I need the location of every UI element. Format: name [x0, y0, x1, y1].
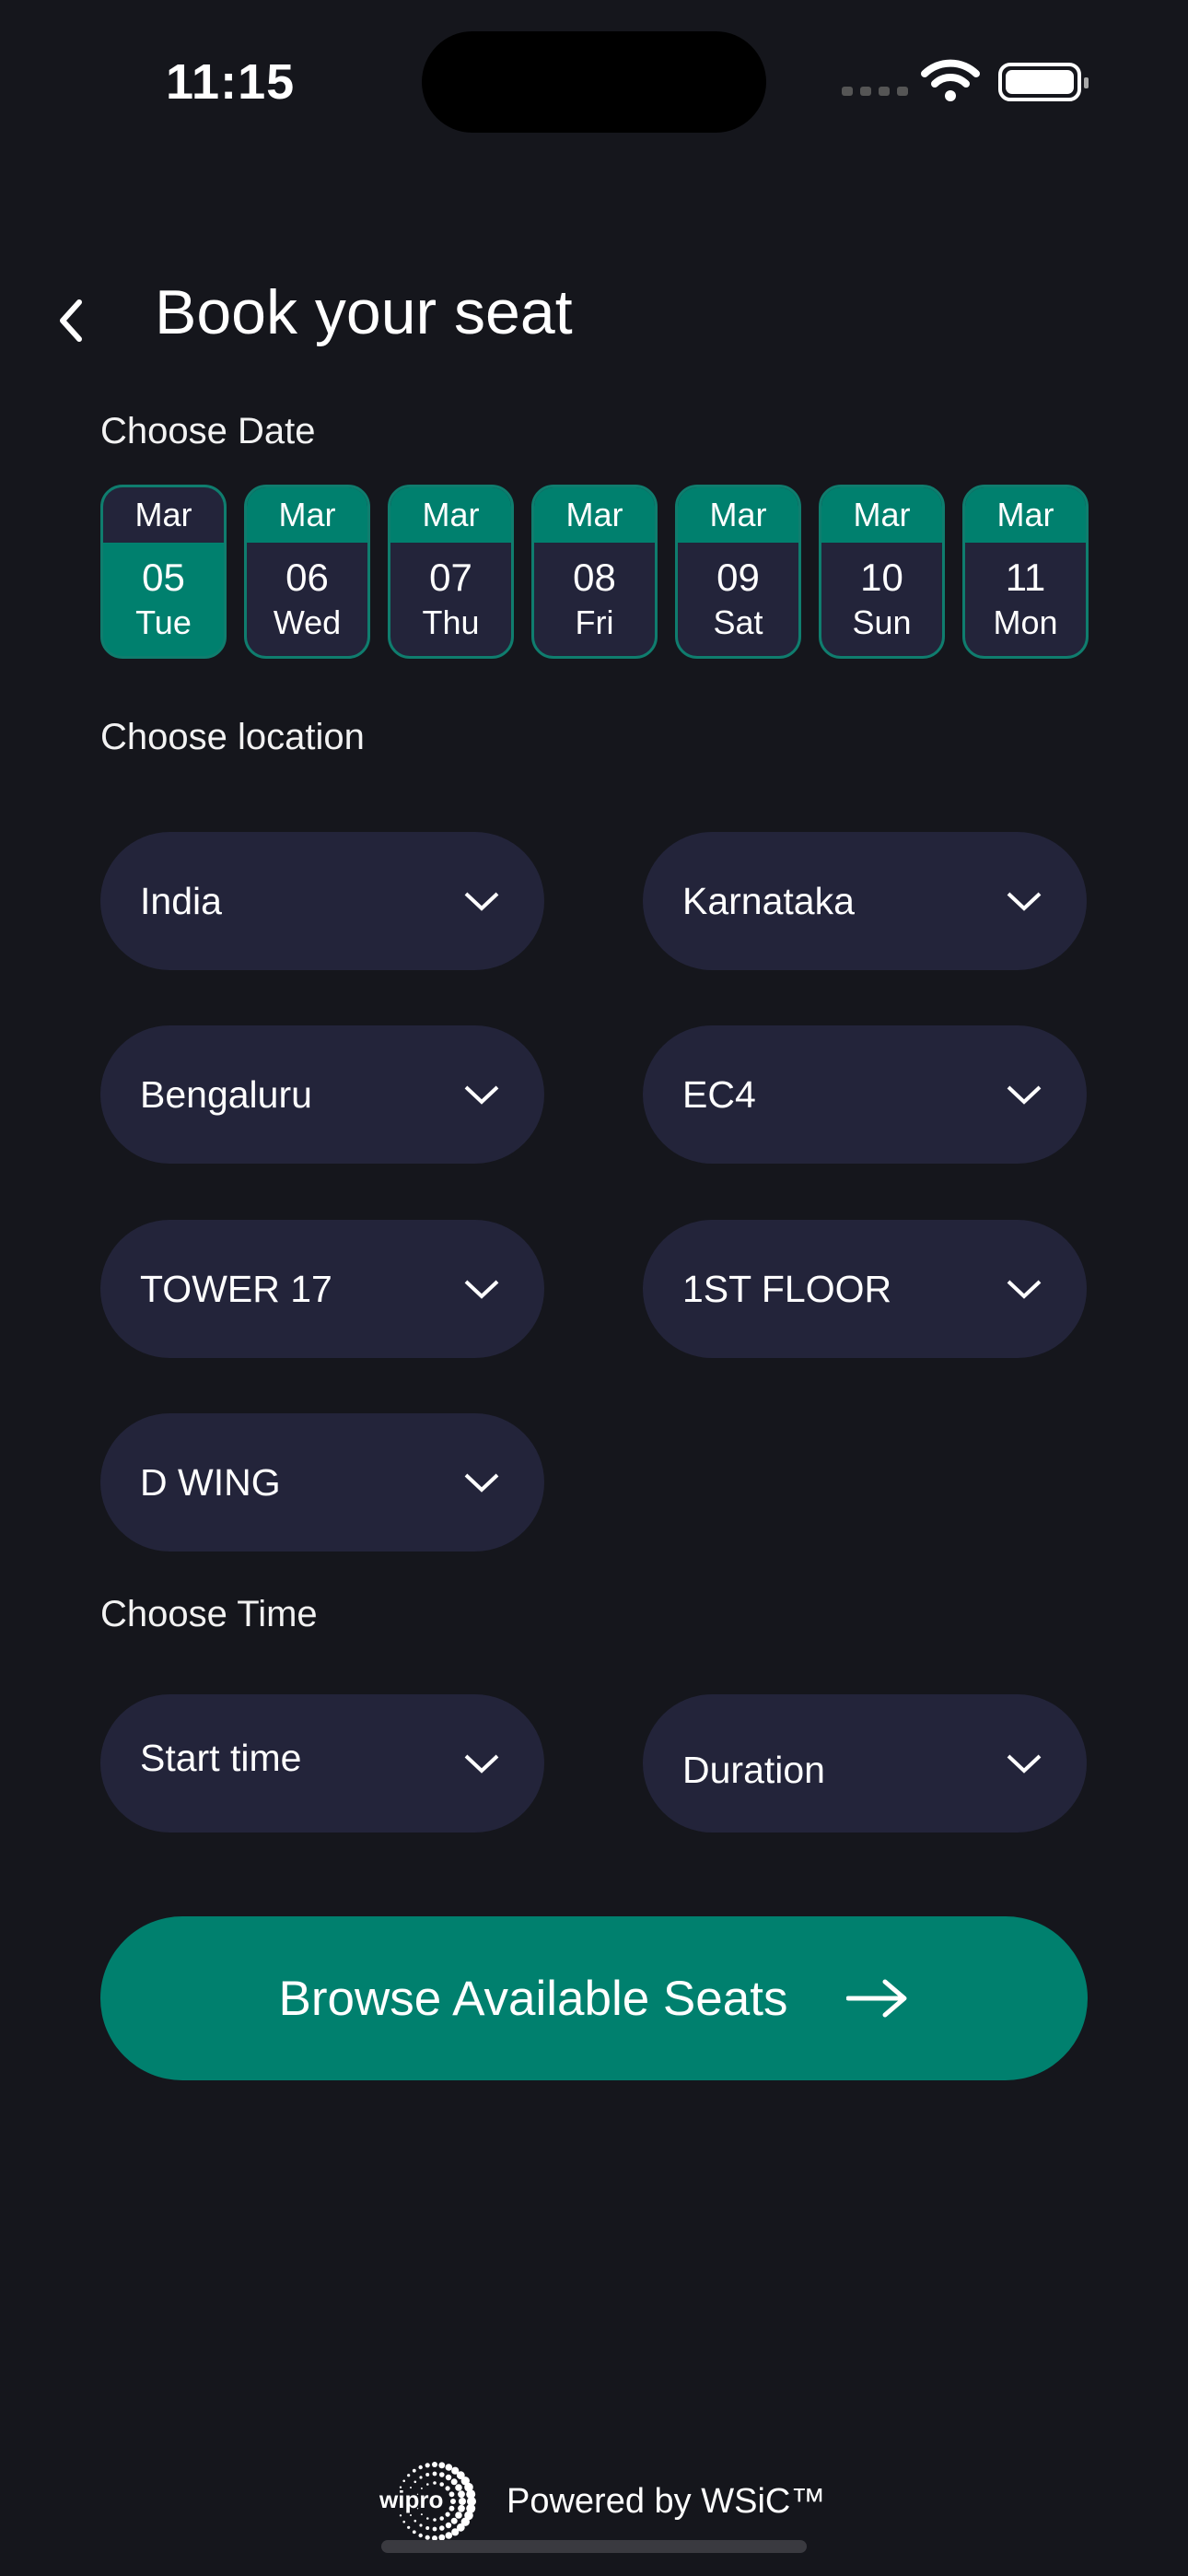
date-weekday: Sun — [852, 603, 912, 641]
campus-value: EC4 — [682, 1072, 756, 1116]
battery-icon — [998, 63, 1089, 101]
country-value: India — [140, 879, 222, 922]
date-card-10[interactable]: Mar 10 Sun — [819, 485, 945, 659]
choose-location-label: Choose location — [100, 717, 365, 757]
state-value: Karnataka — [682, 879, 855, 922]
start-time-dropdown[interactable]: Start time — [100, 1694, 544, 1832]
chevron-down-icon — [464, 1280, 499, 1299]
date-card-06[interactable]: Mar 06 Wed — [244, 485, 370, 659]
state-dropdown[interactable]: Karnataka — [643, 832, 1087, 970]
campus-dropdown[interactable]: EC4 — [643, 1025, 1087, 1164]
date-card-11[interactable]: Mar 11 Mon — [962, 485, 1089, 659]
date-day: 10 — [860, 556, 903, 599]
date-month: Mar — [534, 487, 655, 543]
chevron-down-icon — [1007, 892, 1042, 911]
choose-time-label: Choose Time — [100, 1594, 318, 1634]
chevron-down-icon — [464, 1473, 499, 1493]
date-day: 09 — [716, 556, 760, 599]
date-card-09[interactable]: Mar 09 Sat — [675, 485, 801, 659]
date-month: Mar — [390, 487, 511, 543]
date-month: Mar — [821, 487, 942, 543]
duration-placeholder: Duration — [682, 1748, 825, 1791]
status-time: 11:15 — [166, 54, 296, 110]
country-dropdown[interactable]: India — [100, 832, 544, 970]
date-weekday: Sat — [713, 603, 763, 641]
wipro-logo: wipro — [379, 2462, 476, 2541]
date-day: 06 — [285, 556, 329, 599]
cellular-signal-icon — [842, 87, 908, 96]
chevron-down-icon — [464, 1754, 499, 1774]
chevron-down-icon — [464, 1085, 499, 1105]
browse-seats-label: Browse Available Seats — [278, 1971, 788, 2026]
arrow-right-icon — [846, 1979, 907, 2018]
date-weekday: Thu — [422, 603, 480, 641]
date-day: 08 — [573, 556, 616, 599]
date-month: Mar — [103, 487, 224, 543]
date-day: 11 — [1005, 556, 1046, 599]
chevron-down-icon — [1007, 1280, 1042, 1299]
date-month: Mar — [678, 487, 798, 543]
dynamic-island — [422, 31, 766, 133]
date-weekday: Fri — [575, 603, 614, 641]
date-picker: Mar 05 Tue Mar 06 Wed Mar 07 Thu Mar 08 Fri Mar 09 Sat… — [100, 485, 1089, 659]
tower-value: TOWER 17 — [140, 1267, 332, 1310]
date-card-07[interactable]: Mar 07 Thu — [388, 485, 514, 659]
tower-dropdown[interactable]: TOWER 17 — [100, 1220, 544, 1358]
home-indicator[interactable] — [381, 2540, 807, 2553]
chevron-down-icon — [1007, 1085, 1042, 1105]
date-card-08[interactable]: Mar 08 Fri — [531, 485, 658, 659]
date-day: 07 — [429, 556, 472, 599]
start-time-placeholder: Start time — [140, 1736, 302, 1779]
svg-text:wipro: wipro — [379, 2486, 443, 2513]
footer: wipro Powered by WSiC™ — [378, 2460, 825, 2543]
date-day: 05 — [142, 556, 185, 599]
chevron-down-icon — [464, 892, 499, 911]
city-dropdown[interactable]: Bengaluru — [100, 1025, 544, 1164]
browse-seats-button[interactable]: Browse Available Seats — [100, 1916, 1088, 2080]
date-card-05[interactable]: Mar 05 Tue — [100, 485, 227, 659]
chevron-down-icon — [1007, 1754, 1042, 1774]
duration-dropdown[interactable]: Duration — [643, 1694, 1087, 1832]
wing-value: D WING — [140, 1460, 281, 1504]
choose-date-label: Choose Date — [100, 411, 316, 451]
city-value: Bengaluru — [140, 1072, 312, 1116]
date-weekday: Mon — [993, 603, 1058, 641]
floor-value: 1ST FLOOR — [682, 1267, 892, 1310]
floor-dropdown[interactable]: 1ST FLOOR — [643, 1220, 1087, 1358]
back-chevron-icon[interactable] — [44, 293, 99, 348]
wifi-icon — [921, 59, 980, 101]
powered-by-text: Powered by WSiC™ — [507, 2481, 826, 2521]
date-weekday: Tue — [135, 603, 192, 641]
date-month: Mar — [247, 487, 367, 543]
page-title: Book your seat — [155, 277, 573, 347]
wing-dropdown[interactable]: D WING — [100, 1413, 544, 1551]
date-weekday: Wed — [273, 603, 342, 641]
date-month: Mar — [965, 487, 1086, 543]
